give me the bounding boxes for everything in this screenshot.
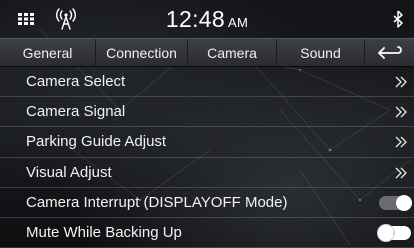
tab-sound[interactable]: Sound [277, 39, 365, 66]
list-item-label: Camera Interrupt (DISPLAYOFF Mode) [26, 193, 288, 211]
bluetooth-icon [393, 10, 403, 28]
settings-tab-bar: General Connection Camera Sound [0, 38, 414, 67]
tab-camera[interactable]: Camera [188, 39, 277, 66]
tab-label: Connection [106, 44, 177, 61]
status-bar: 12:48 AM [0, 0, 414, 38]
list-item-label: Parking Guide Adjust [26, 133, 167, 151]
double-chevron-right-icon [395, 136, 407, 148]
list-item-label: Camera Select [26, 73, 126, 91]
list-item-mute-while-backing-up[interactable]: Mute While Backing Up [0, 218, 414, 248]
back-button[interactable] [365, 39, 414, 66]
double-chevron-right-icon [395, 76, 407, 88]
tab-connection[interactable]: Connection [96, 39, 188, 66]
return-arrow-icon [377, 45, 402, 59]
list-item-label: Visual Adjust [26, 163, 112, 181]
camera-settings-screen: 12:48 AM General Connection Camera Sound … [0, 0, 414, 248]
camera-interrupt-toggle[interactable] [379, 194, 412, 211]
camera-settings-list: Camera Select Camera Signal Parking Guid… [0, 67, 414, 248]
mute-while-backing-up-toggle[interactable] [378, 224, 411, 241]
list-item-parking-guide-adjust[interactable]: Parking Guide Adjust [0, 127, 414, 158]
tab-label: Sound [300, 44, 341, 61]
toggle-knob-edge [393, 230, 395, 235]
clock: 12:48 AM [0, 6, 414, 33]
tab-general[interactable]: General [0, 39, 96, 66]
list-item-label: Camera Signal [26, 103, 126, 121]
list-item-label: Mute While Backing Up [26, 224, 182, 242]
tab-label: Camera [207, 44, 257, 61]
list-item-camera-select[interactable]: Camera Select [0, 67, 414, 98]
toggle-knob [378, 224, 394, 241]
list-item-camera-interrupt[interactable]: Camera Interrupt (DISPLAYOFF Mode) [0, 188, 414, 218]
list-item-camera-signal[interactable]: Camera Signal [0, 97, 414, 128]
double-chevron-right-icon [395, 167, 407, 179]
list-item-visual-adjust[interactable]: Visual Adjust [0, 158, 414, 188]
toggle-knob [396, 194, 412, 211]
double-chevron-right-icon [395, 106, 407, 118]
clock-time: 12:48 [165, 6, 225, 32]
clock-ampm: AM [227, 15, 249, 30]
tab-label: General [22, 44, 73, 61]
